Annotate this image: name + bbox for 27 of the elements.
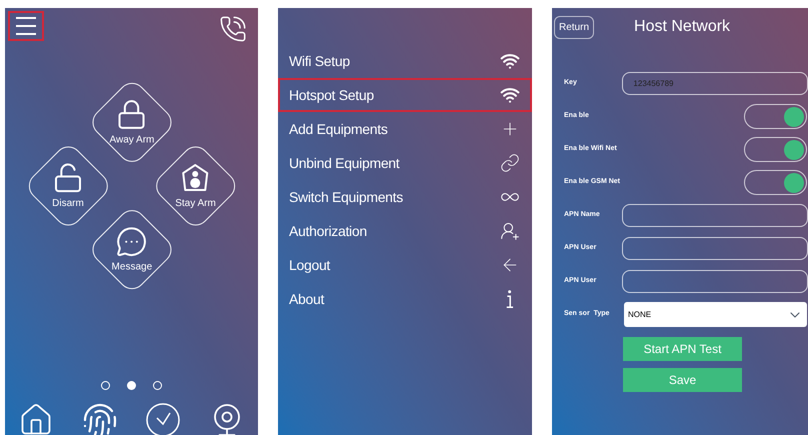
wifi-icon — [500, 51, 520, 71]
toggle-switch[interactable] — [744, 137, 807, 162]
menu-item[interactable]: Logout — [278, 248, 532, 282]
info-icon — [506, 290, 514, 308]
screen-title: Host Network — [634, 17, 730, 37]
fingerprint-icon[interactable] — [82, 402, 118, 435]
text-field[interactable] — [622, 237, 808, 260]
wifi-icon — [500, 85, 520, 105]
menu-item[interactable]: Add Equipments — [278, 112, 532, 146]
text-field[interactable] — [622, 204, 808, 227]
link-icon — [500, 153, 520, 173]
menu-item[interactable]: Authorization — [278, 214, 532, 248]
text-field[interactable] — [622, 270, 808, 293]
menu-icon[interactable] — [8, 11, 44, 41]
dropdown-field[interactable]: NONE — [624, 302, 807, 327]
chat-bubble-icon — [115, 225, 148, 258]
toggle-switch[interactable] — [744, 104, 807, 129]
toggle-switch[interactable] — [744, 170, 807, 195]
menu-item[interactable]: Wifi Setup — [278, 44, 532, 78]
menu-item[interactable]: Hotspot Setup — [278, 78, 532, 112]
lock-icon — [116, 98, 148, 130]
return-button[interactable]: Return — [554, 16, 594, 38]
menu-item[interactable]: Switch Equipments — [278, 180, 532, 214]
menu-item[interactable]: Unbind Equipment — [278, 146, 532, 180]
add-user-icon — [500, 221, 520, 241]
menu-item[interactable]: About — [278, 282, 532, 316]
phone-icon[interactable] — [219, 15, 247, 43]
